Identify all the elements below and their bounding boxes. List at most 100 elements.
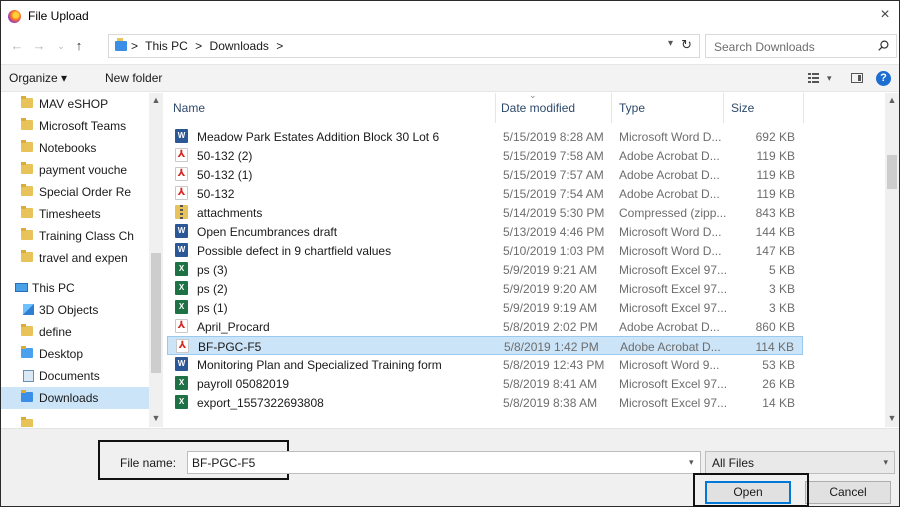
scroll-down-icon[interactable]: ▼ (151, 413, 161, 423)
view-options-icon[interactable] (808, 72, 822, 84)
column-divider[interactable] (723, 93, 724, 123)
file-row[interactable]: ⅄ April_Procard 5/8/2019 2:02 PM Adobe A… (167, 317, 803, 336)
breadcrumb-downloads[interactable]: Downloads (210, 39, 269, 53)
folder-icon (21, 162, 33, 174)
column-divider[interactable] (495, 93, 496, 123)
view-dropdown-icon[interactable]: ▾ (827, 73, 832, 84)
folder-icon (21, 206, 33, 218)
nav-item-label: travel and expen (39, 251, 128, 265)
column-header-type[interactable]: Type (619, 101, 645, 115)
file-row[interactable]: W Open Encumbrances draft 5/13/2019 4:46… (167, 222, 803, 241)
file-upload-dialog: File Upload × ← → ⌄ ↑ > This PC > Downlo… (0, 0, 900, 507)
file-row[interactable]: X ps (3) 5/9/2019 9:21 AM Microsoft Exce… (167, 260, 803, 279)
file-date: 5/8/2019 8:38 AM (503, 396, 598, 410)
up-arrow-icon[interactable]: ↑ (71, 37, 87, 55)
file-size: 26 KB (762, 377, 795, 391)
nav-item-training-class[interactable]: Training Class Ch (1, 225, 149, 247)
nav-item-label: MAV eSHOP (39, 97, 109, 111)
nav-item-define[interactable]: define (1, 321, 149, 343)
address-row: ← → ⌄ ↑ > This PC > Downloads > ▾ ↻ Sear… (1, 34, 899, 60)
nav-item-travel-and-expense[interactable]: travel and expen (1, 247, 149, 269)
nav-item-label: define (39, 325, 72, 339)
file-date: 5/8/2019 2:02 PM (503, 320, 598, 334)
folder-icon (21, 118, 33, 130)
file-type: Microsoft Word D... (619, 225, 722, 239)
close-button[interactable]: × (877, 6, 893, 24)
file-name-label: File name: (120, 456, 177, 470)
excel-spreadsheet-icon: X (175, 300, 188, 314)
column-header-name[interactable]: Name (173, 101, 205, 115)
organize-button[interactable]: Organize ▾ (9, 71, 67, 85)
file-row[interactable]: X ps (1) 5/9/2019 9:19 AM Microsoft Exce… (167, 298, 803, 317)
address-dropdown-icon[interactable]: ▾ (668, 38, 673, 49)
file-type: Microsoft Word D... (619, 244, 722, 258)
file-row[interactable]: X ps (2) 5/9/2019 9:20 AM Microsoft Exce… (167, 279, 803, 298)
scrollbar-thumb[interactable] (887, 155, 897, 189)
file-type: Microsoft Excel 97... (619, 396, 728, 410)
file-row[interactable]: attachments 5/14/2019 5:30 PM Compressed… (167, 203, 803, 222)
file-date: 5/13/2019 4:46 PM (503, 225, 605, 239)
nav-item-this-pc[interactable]: This PC (1, 277, 149, 299)
nav-item-partial[interactable] (1, 411, 149, 427)
nav-item-mav-eshop[interactable]: MAV eSHOP (1, 93, 149, 115)
column-divider[interactable] (803, 93, 804, 123)
file-type-filter-select[interactable]: All Files ▾ (705, 451, 895, 474)
open-button-highlight-box (693, 473, 809, 507)
back-arrow-icon[interactable]: ← (9, 37, 25, 55)
file-date: 5/15/2019 8:28 AM (503, 130, 604, 144)
file-name: ps (2) (197, 282, 228, 296)
folder-icon (21, 250, 33, 262)
file-row[interactable]: ⅄ 50-132 (1) 5/15/2019 7:57 AM Adobe Acr… (167, 165, 803, 184)
file-name: BF-PGC-F5 (198, 340, 262, 354)
downloads-folder-icon (115, 38, 127, 51)
nav-item-3d-objects[interactable]: 3D Objects (1, 299, 149, 321)
nav-item-desktop[interactable]: Desktop (1, 343, 149, 365)
address-bar[interactable]: > This PC > Downloads > ▾ ↻ (108, 34, 700, 58)
file-size: 692 KB (755, 130, 795, 144)
scroll-up-icon[interactable]: ▲ (151, 95, 161, 105)
desktop-folder-icon (21, 346, 33, 358)
file-date: 5/8/2019 8:41 AM (503, 377, 598, 391)
file-type: Microsoft Excel 97... (619, 263, 728, 277)
navigation-pane-scrollbar[interactable]: ▲ ▼ (149, 93, 163, 427)
breadcrumb-this-pc[interactable]: This PC (145, 39, 188, 53)
file-name-input[interactable] (187, 451, 701, 474)
refresh-icon[interactable]: ↻ (681, 37, 692, 53)
column-header-date-modified[interactable]: Date modified (501, 101, 575, 115)
nav-item-notebooks[interactable]: Notebooks (1, 137, 149, 159)
nav-item-documents[interactable]: Documents (1, 365, 149, 387)
file-type: Microsoft Excel 97... (619, 377, 728, 391)
new-folder-button[interactable]: New folder (105, 71, 162, 85)
recent-locations-chevron-icon[interactable]: ⌄ (53, 37, 69, 55)
cancel-button[interactable]: Cancel (805, 481, 891, 504)
column-divider[interactable] (611, 93, 612, 123)
file-name-dropdown-icon[interactable]: ▾ (689, 457, 694, 468)
column-header-size[interactable]: Size (731, 101, 754, 115)
file-row[interactable]: ⅄ 50-132 5/15/2019 7:54 AM Adobe Acrobat… (167, 184, 803, 203)
scroll-up-icon[interactable]: ▲ (887, 95, 897, 105)
file-row[interactable]: X payroll 05082019 5/8/2019 8:41 AM Micr… (167, 374, 803, 393)
nav-item-timesheets[interactable]: Timesheets (1, 203, 149, 225)
file-row[interactable]: ⅄ 50-132 (2) 5/15/2019 7:58 AM Adobe Acr… (167, 146, 803, 165)
file-row[interactable]: W Possible defect in 9 chartfield values… (167, 241, 803, 260)
help-icon[interactable]: ? (876, 71, 891, 86)
scrollbar-thumb[interactable] (151, 253, 161, 373)
file-row[interactable]: X export_1557322693808 5/8/2019 8:38 AM … (167, 393, 803, 412)
window-title: File Upload (28, 9, 89, 23)
file-size: 5 KB (768, 263, 795, 277)
file-row[interactable]: W Monitoring Plan and Specialized Traini… (167, 355, 803, 374)
nav-item-microsoft-teams[interactable]: Microsoft Teams (1, 115, 149, 137)
file-list-scrollbar[interactable]: ▲ ▼ (885, 93, 899, 427)
folder-icon (21, 228, 33, 240)
file-row-selected[interactable]: ⅄ BF-PGC-F5 5/8/2019 1:42 PM Adobe Acrob… (167, 336, 803, 355)
file-row[interactable]: W Meadow Park Estates Addition Block 30 … (167, 127, 803, 146)
scroll-down-icon[interactable]: ▼ (887, 413, 897, 423)
nav-item-special-order[interactable]: Special Order Re (1, 181, 149, 203)
search-input[interactable]: Search Downloads (705, 34, 897, 58)
dialog-footer: File name: ▾ All Files ▾ Open Cancel (1, 428, 899, 507)
forward-arrow-icon[interactable]: → (31, 37, 47, 55)
file-size: 843 KB (755, 206, 795, 220)
preview-pane-icon[interactable] (851, 73, 863, 83)
nav-item-payment-vouchers[interactable]: payment vouche (1, 159, 149, 181)
nav-item-downloads[interactable]: Downloads (1, 387, 149, 409)
